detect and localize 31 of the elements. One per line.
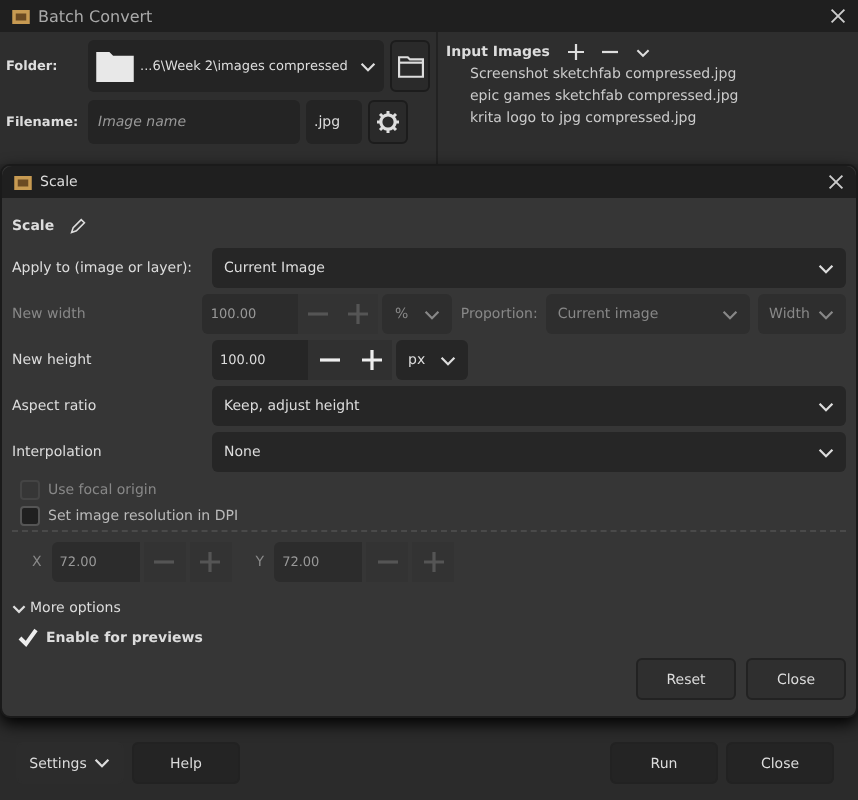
plus-icon <box>423 552 444 572</box>
chevron-down-icon <box>818 447 834 457</box>
settings-button[interactable] <box>368 100 408 144</box>
chevron-down-icon <box>817 309 834 319</box>
folder-icon <box>397 55 423 77</box>
chevron-down-icon <box>424 309 441 319</box>
chevron-down-icon <box>360 61 376 71</box>
increment-button[interactable] <box>350 340 392 380</box>
chevron-down-icon <box>818 263 834 273</box>
browse-folder-button[interactable] <box>390 40 430 92</box>
chevron-down-icon <box>12 603 26 613</box>
settings-icon <box>376 110 400 134</box>
app-icon <box>14 175 32 189</box>
plus-icon <box>361 350 381 370</box>
add-icon[interactable] <box>567 44 584 60</box>
app-icon <box>12 9 30 23</box>
decrement-button[interactable] <box>308 340 350 380</box>
folder-icon <box>96 51 134 81</box>
chevron-down-icon <box>818 401 834 411</box>
checkmark-icon[interactable] <box>18 628 38 648</box>
pencil-icon[interactable] <box>70 218 87 234</box>
plus-icon <box>348 304 369 324</box>
chevron-down-icon <box>440 355 456 365</box>
plus-icon <box>200 552 221 572</box>
chevron-down-icon <box>94 758 111 768</box>
close-icon[interactable] <box>828 174 844 190</box>
window-title: Batch Convert <box>38 7 153 25</box>
checkbox[interactable] <box>20 505 40 525</box>
chevron-down-icon <box>721 309 738 319</box>
chevron-down-icon[interactable] <box>635 47 650 57</box>
close-icon[interactable] <box>830 8 846 24</box>
